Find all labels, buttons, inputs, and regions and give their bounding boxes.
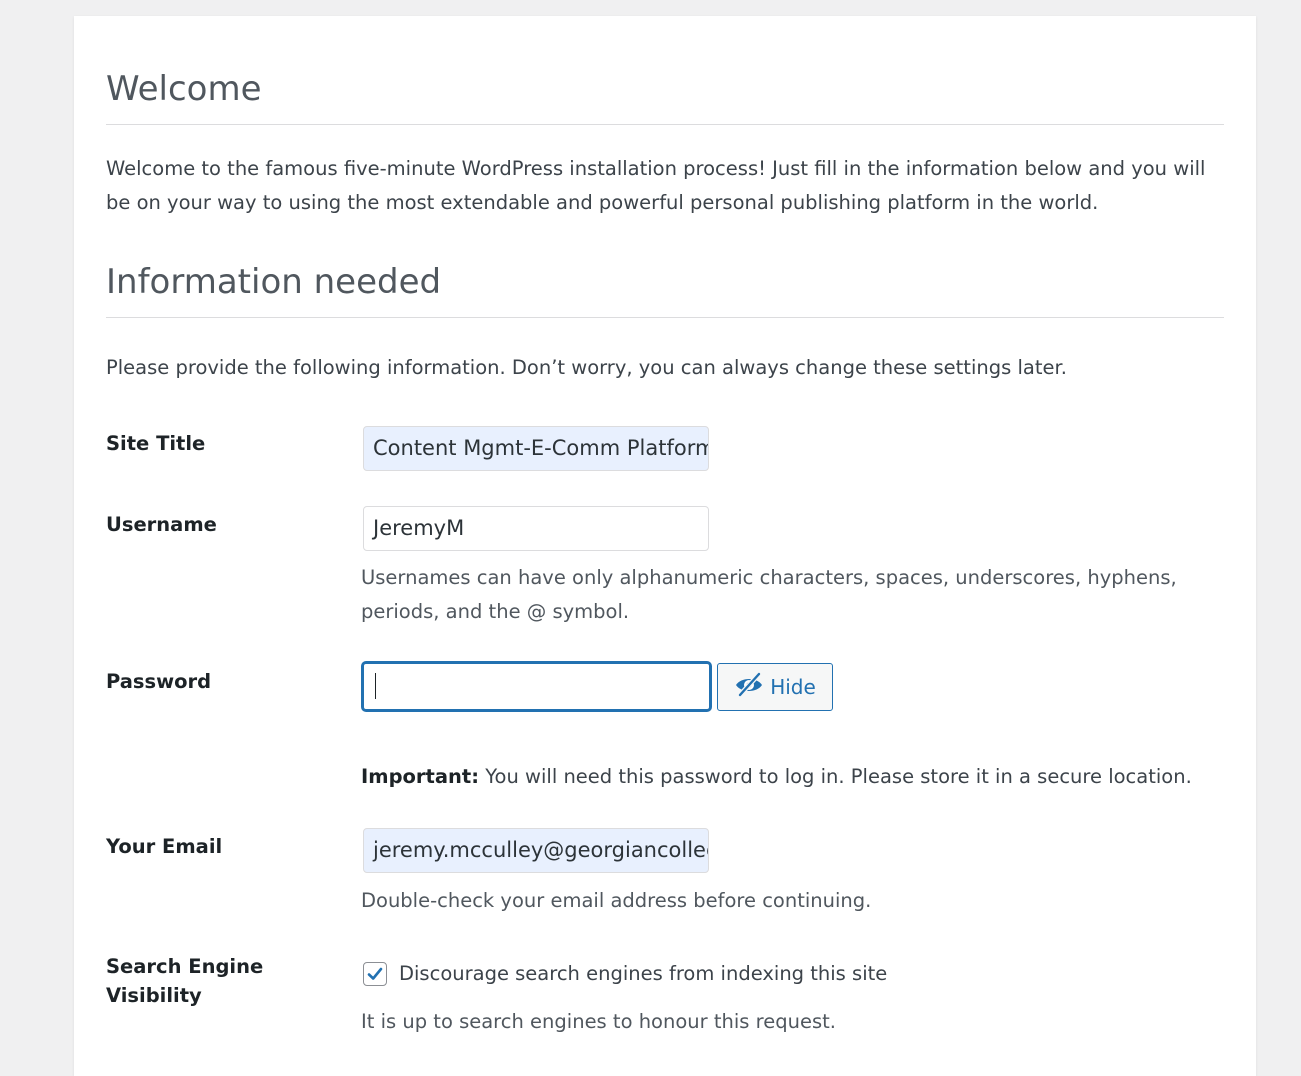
install-form-card: Welcome Welcome to the famous five-minut…: [74, 16, 1256, 1076]
important-text: You will need this password to log in. P…: [479, 765, 1192, 788]
important-label: Important:: [361, 765, 480, 788]
information-divider: [106, 317, 1224, 318]
eye-slash-icon: [734, 671, 764, 703]
information-intro: Please provide the following information…: [106, 356, 1067, 379]
hide-password-label: Hide: [770, 675, 816, 699]
search-visibility-label: Search Engine Visibility: [106, 952, 263, 1010]
password-input[interactable]: [362, 662, 711, 711]
site-title-label: Site Title: [106, 432, 206, 455]
password-important-note: Important: You will need this password t…: [361, 760, 1192, 794]
welcome-heading: Welcome: [106, 69, 262, 109]
discourage-search-label[interactable]: Discourage search engines from indexing …: [399, 957, 887, 991]
username-label: Username: [106, 513, 217, 536]
discourage-search-checkbox[interactable]: [363, 962, 387, 986]
site-title-input[interactable]: Content Mgmt-E-Comm Platform: [363, 426, 709, 471]
username-hint: Usernames can have only alphanumeric cha…: [361, 566, 1177, 623]
hide-password-button[interactable]: Hide: [717, 663, 833, 711]
email-hint: Double-check your email address before c…: [361, 889, 872, 912]
search-visibility-label-line1: Search Engine: [106, 955, 264, 978]
username-input[interactable]: JeremyM: [363, 506, 709, 551]
checkmark-icon: [367, 967, 383, 980]
password-label: Password: [106, 670, 212, 693]
email-label: Your Email: [106, 835, 223, 858]
search-visibility-hint: It is up to search engines to honour thi…: [361, 1010, 836, 1033]
search-visibility-label-line2: Visibility: [106, 984, 202, 1007]
information-needed-heading: Information needed: [106, 262, 442, 302]
email-input[interactable]: jeremy.mcculley@georgiancollege.ca: [363, 828, 709, 873]
welcome-divider: [106, 124, 1224, 125]
text-caret: [375, 673, 376, 699]
welcome-intro: Welcome to the famous five-minute WordPr…: [106, 157, 1206, 214]
